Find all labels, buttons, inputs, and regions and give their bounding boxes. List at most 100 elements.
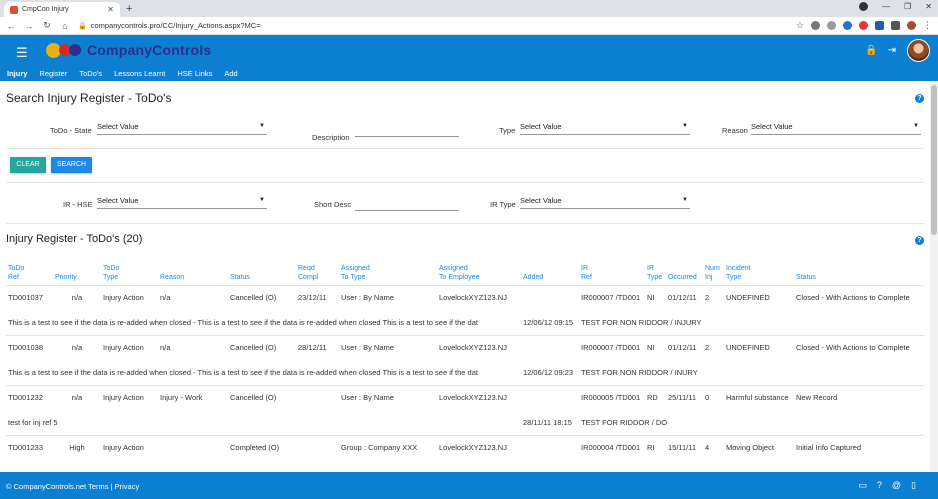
close-window-icon[interactable]: ✕: [925, 2, 932, 11]
todo-ref-link[interactable]: TD001038: [6, 334, 53, 360]
extension-icon[interactable]: [827, 21, 836, 30]
incident-cell: UNDEFINED: [724, 284, 794, 310]
table-row[interactable]: TD001038 n/a Injury Action n/a Cancelled…: [6, 334, 924, 360]
url-field[interactable]: 🔒 companycontrols.pro/CC/Injury_Actions.…: [78, 19, 788, 33]
todo-ref-link[interactable]: TD001233: [6, 434, 53, 460]
col-ir-type[interactable]: IR Type: [645, 257, 666, 285]
back-icon[interactable]: ←: [6, 21, 16, 31]
todo-ref-link[interactable]: TD001037: [6, 284, 53, 310]
hamburger-menu-icon[interactable]: ☰: [16, 45, 28, 61]
nav-todos[interactable]: ToDo's: [79, 69, 102, 78]
extension-icon[interactable]: [843, 21, 852, 30]
minimize-icon[interactable]: —: [882, 2, 890, 11]
col-assigned-type[interactable]: Assigned To Type: [339, 257, 437, 285]
col-todo-ref[interactable]: ToDo Ref: [6, 257, 53, 285]
ir-ref-link[interactable]: IR000007 /TD001: [579, 334, 645, 360]
record-icon[interactable]: [859, 2, 869, 11]
col-status[interactable]: Status: [228, 257, 296, 285]
assign-type-cell: User : By Name: [339, 334, 437, 360]
reload-icon[interactable]: ↻: [42, 20, 52, 31]
profile-icon[interactable]: [907, 21, 916, 30]
todo-type-cell: Injury Action: [101, 384, 158, 410]
header-icons: 🔒 ⇥: [865, 45, 896, 56]
forward-icon[interactable]: →: [24, 21, 34, 31]
reason-select[interactable]: Select Value ▼: [751, 122, 921, 135]
description-input[interactable]: [355, 126, 459, 137]
email-icon[interactable]: @: [892, 480, 901, 491]
chat-icon[interactable]: ▭: [858, 480, 867, 491]
nav-register[interactable]: Register: [39, 69, 67, 78]
col-assigned-employee[interactable]: Assigned To Employee: [437, 257, 521, 285]
col-occurred[interactable]: Occurred: [666, 257, 703, 285]
nav-add[interactable]: Add: [224, 69, 237, 78]
puzzle-icon[interactable]: [891, 21, 900, 30]
close-tab-icon[interactable]: ✕: [107, 5, 114, 14]
short-desc-input[interactable]: [355, 200, 459, 211]
nav-lessons-learnt[interactable]: Lessons Learnt: [114, 69, 165, 78]
assign-emp-cell: LovelockXYZ123.NJ: [437, 434, 521, 460]
clear-button[interactable]: CLEAR: [10, 157, 46, 173]
ir-ref-link[interactable]: IR000007 /TD001: [579, 284, 645, 310]
col-reqd-compl[interactable]: Reqd Compl: [296, 257, 339, 285]
table-row[interactable]: TD001232 n/a Injury Action Injury - Work…: [6, 384, 924, 410]
mobile-icon[interactable]: ▯: [911, 480, 916, 491]
lock-icon[interactable]: 🔒: [78, 22, 87, 30]
nav-hse-links[interactable]: HSE Links: [177, 69, 212, 78]
vertical-scrollbar[interactable]: [930, 81, 938, 472]
extension-icon[interactable]: [811, 21, 820, 30]
nav-injury[interactable]: Injury: [7, 69, 27, 78]
col-added[interactable]: Added: [521, 257, 579, 285]
search-button[interactable]: SEARCH: [51, 157, 92, 173]
chevron-down-icon: ▼: [259, 123, 265, 129]
ir-hse-select[interactable]: Select Value ▼: [97, 196, 267, 209]
table-row[interactable]: TD001233 High Injury Action Completed (O…: [6, 434, 924, 460]
window-controls: — ❐ ✕: [859, 2, 932, 11]
divider: [6, 182, 924, 183]
added-cell: [521, 284, 579, 310]
footer-icons: ▭ ? @ ▯: [858, 480, 916, 491]
home-icon[interactable]: ⌂: [60, 21, 70, 31]
type-select[interactable]: Select Value ▼: [520, 122, 690, 135]
table-row[interactable]: TD001037 n/a Injury Action n/a Cancelled…: [6, 284, 924, 310]
col-todo-type[interactable]: ToDo Type: [101, 257, 158, 285]
incident-cell: Harmful substance: [724, 384, 794, 410]
logo[interactable]: CompanyControls: [46, 42, 211, 58]
ir-type-select[interactable]: Select Value ▼: [520, 196, 690, 209]
avatar[interactable]: [907, 39, 930, 62]
table-row-detail: test for inj ref 5 28/11/11 18:15 TEST F…: [6, 410, 924, 435]
maximize-icon[interactable]: ❐: [904, 2, 911, 11]
short-desc-cell: TEST FOR NON RIDDOR / INURY: [579, 360, 924, 385]
ir-type-cell: NI: [645, 284, 666, 310]
scrollbar-thumb[interactable]: [931, 85, 937, 235]
ir-ref-link[interactable]: IR000005 /TD001: [579, 384, 645, 410]
footer-text[interactable]: © CompanyControls.net Terms | Privacy: [6, 482, 139, 491]
chevron-down-icon: ▼: [682, 197, 688, 203]
favicon-icon: [10, 5, 18, 14]
new-tab-icon[interactable]: +: [126, 3, 132, 15]
help-icon[interactable]: ?: [915, 94, 924, 103]
help-icon[interactable]: ?: [915, 236, 924, 245]
col-ir-ref[interactable]: IR Ref: [579, 257, 645, 285]
added-cell: [521, 434, 579, 460]
logout-icon[interactable]: ⇥: [888, 45, 896, 56]
extension-icon[interactable]: [875, 21, 884, 30]
todo-state-select[interactable]: Select Value ▼: [97, 122, 267, 135]
help-icon[interactable]: ?: [877, 480, 882, 491]
extension-icon[interactable]: [859, 21, 868, 30]
description-cell: test for inj ref 5: [6, 410, 521, 435]
col-reason[interactable]: Reason: [158, 257, 228, 285]
added-cell: 12/06/12 09:23: [521, 360, 579, 385]
divider: [6, 223, 924, 224]
col-num-inj[interactable]: Num Inj: [703, 257, 724, 285]
ir-ref-link[interactable]: IR000004 /TD001: [579, 434, 645, 460]
lock-icon[interactable]: 🔒: [865, 45, 877, 56]
col-incident-type[interactable]: Incident Type: [724, 257, 794, 285]
menu-dots-icon[interactable]: ⋮: [923, 20, 932, 31]
col-priority[interactable]: Priority: [53, 257, 101, 285]
bookmark-star-icon[interactable]: ☆: [796, 20, 804, 31]
todo-ref-link[interactable]: TD001232: [6, 384, 53, 410]
col-ir-status[interactable]: Status: [794, 257, 924, 285]
browser-tab[interactable]: CmpCon Injury ✕: [4, 2, 120, 17]
brand-name: CompanyControls: [87, 42, 212, 58]
assign-emp-cell: LovelockXYZ123.NJ: [437, 284, 521, 310]
